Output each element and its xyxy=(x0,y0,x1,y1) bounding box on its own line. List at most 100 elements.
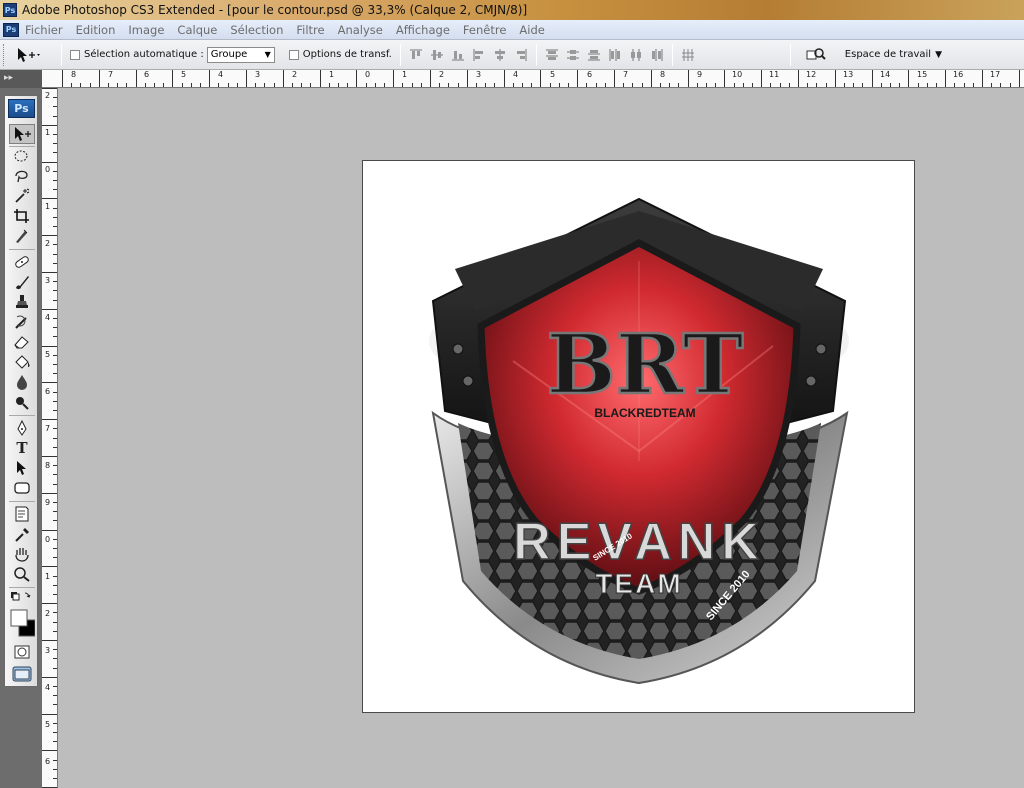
distribute-vcenter-icon[interactable] xyxy=(566,48,580,62)
ruler-tick xyxy=(126,83,128,87)
menu-selection[interactable]: Sélection xyxy=(230,23,283,37)
document-canvas[interactable]: BRT BLACKREDTEAM REVANK TEAM SINCE 2010 … xyxy=(362,160,915,713)
ruler-tick xyxy=(558,83,560,87)
hand-tool-icon[interactable] xyxy=(9,544,35,564)
align-right-icon[interactable] xyxy=(514,48,528,62)
tool-preset-picker[interactable] xyxy=(15,46,43,64)
crop-tool-icon[interactable] xyxy=(9,206,35,226)
ruler-tick xyxy=(53,612,57,614)
distribute-top-icon[interactable] xyxy=(545,48,559,62)
align-vcenter-icon[interactable] xyxy=(430,48,444,62)
eraser-tool-icon[interactable] xyxy=(9,332,35,352)
ruler-tick xyxy=(53,722,57,724)
align-bottom-icon[interactable] xyxy=(451,48,465,62)
ruler-tick xyxy=(844,83,845,87)
ruler-label: 1 xyxy=(329,70,335,79)
ruler-tick xyxy=(991,83,993,87)
type-tool-icon[interactable]: T xyxy=(9,438,35,458)
ruler-tick xyxy=(117,83,119,87)
ruler-tick xyxy=(954,83,956,87)
auto-align-icon[interactable] xyxy=(681,48,695,62)
pen-tool-icon[interactable] xyxy=(9,418,35,438)
menu-affichage[interactable]: Affichage xyxy=(396,23,450,37)
menu-calque[interactable]: Calque xyxy=(177,23,217,37)
distribute-hcenter-icon[interactable] xyxy=(629,48,643,62)
transform-checkbox[interactable] xyxy=(288,49,299,60)
notes-tool-icon[interactable] xyxy=(9,504,35,524)
menu-aide[interactable]: Aide xyxy=(519,23,544,37)
auto-select-checkbox[interactable] xyxy=(70,49,80,60)
align-hcenter-icon[interactable] xyxy=(493,48,507,62)
menu-image[interactable]: Image xyxy=(128,23,164,37)
ruler-tick xyxy=(236,83,238,87)
menu-edition[interactable]: Edition xyxy=(76,23,116,37)
workspace-zoom-icon[interactable] xyxy=(805,46,827,64)
ruler-tick xyxy=(779,83,781,87)
path-selection-tool-icon[interactable] xyxy=(9,458,35,478)
ruler-tick xyxy=(531,83,533,87)
ruler-tick xyxy=(402,83,404,87)
clone-stamp-tool-icon[interactable] xyxy=(9,292,35,312)
ruler-tick xyxy=(53,207,57,209)
paint-bucket-tool-icon[interactable] xyxy=(9,352,35,372)
ruler-tick xyxy=(853,83,855,87)
ruler-tick xyxy=(1000,83,1002,87)
move-tool-icon[interactable] xyxy=(9,124,35,144)
ruler-tick xyxy=(42,88,57,89)
swap-colors-icon[interactable] xyxy=(9,590,35,604)
separator xyxy=(9,587,35,588)
dodge-tool-icon[interactable] xyxy=(9,392,35,412)
history-brush-tool-icon[interactable] xyxy=(9,312,35,332)
lasso-tool-icon[interactable] xyxy=(9,166,35,186)
ruler-tick xyxy=(632,83,634,87)
screen-mode-icon[interactable] xyxy=(9,664,35,684)
ruler-tick xyxy=(706,83,707,87)
magic-wand-tool-icon[interactable] xyxy=(9,186,35,206)
shape-tool-icon[interactable] xyxy=(9,478,35,498)
ps-menu-icon[interactable]: Ps xyxy=(3,22,19,37)
color-swatches[interactable] xyxy=(9,606,35,640)
app-icon: Ps xyxy=(3,3,17,17)
distribute-bottom-icon[interactable] xyxy=(587,48,601,62)
ruler-label: 4 xyxy=(45,313,51,322)
ruler-tick xyxy=(696,83,698,87)
menu-filtre[interactable]: Filtre xyxy=(296,23,324,37)
vertical-ruler[interactable]: 2 1 0 1 2 3 4 5 6 7 8 9 0 1 2 3 4 5 6 xyxy=(42,88,58,788)
zoom-tool-icon[interactable] xyxy=(9,564,35,584)
expand-panels-icon[interactable]: ▸▸ xyxy=(4,73,13,83)
eyedropper-tool-icon[interactable] xyxy=(9,524,35,544)
ruler-tick xyxy=(53,299,57,301)
ruler-tick xyxy=(53,446,57,448)
slice-tool-icon[interactable] xyxy=(9,226,35,246)
separator xyxy=(61,43,62,66)
ruler-tick xyxy=(42,345,57,347)
ruler-tick xyxy=(135,70,137,87)
brush-tool-icon[interactable] xyxy=(9,272,35,292)
ruler-label: 7 xyxy=(45,424,51,433)
logo-subtitle: BLACKREDTEAM xyxy=(594,406,695,420)
horizontal-ruler[interactable]: 8 7 6 5 4 3 2 1 0 1 2 3 4 5 6 7 8 9 10 1… xyxy=(42,70,1024,88)
workspace-menu[interactable]: Espace de travail ▼ xyxy=(845,49,942,60)
ruler-tick xyxy=(53,180,57,181)
options-grip[interactable] xyxy=(3,43,7,66)
quick-mask-icon[interactable] xyxy=(9,642,35,662)
ruler-tick xyxy=(310,83,312,87)
ruler-tick xyxy=(485,83,487,87)
marquee-tool-icon[interactable] xyxy=(9,146,35,166)
distribute-right-icon[interactable] xyxy=(650,48,664,62)
menu-fichier[interactable]: Fichier xyxy=(25,23,63,37)
ruler-tick xyxy=(338,83,339,87)
distribute-left-icon[interactable] xyxy=(608,48,622,62)
auto-select-dropdown[interactable]: Groupe ▼ xyxy=(206,46,275,63)
panel-dock-strip[interactable]: ▸▸ xyxy=(0,70,42,88)
menu-fenetre[interactable]: Fenêtre xyxy=(463,23,506,37)
align-top-icon[interactable] xyxy=(409,48,423,62)
menu-analyse[interactable]: Analyse xyxy=(338,23,383,37)
ps-logo[interactable]: Ps xyxy=(8,99,35,118)
workspace-label: Espace de travail xyxy=(844,49,932,60)
healing-brush-tool-icon[interactable] xyxy=(9,252,35,272)
ruler-tick xyxy=(264,83,266,87)
blur-tool-icon[interactable] xyxy=(9,372,35,392)
ruler-tick xyxy=(945,70,947,87)
align-left-icon[interactable] xyxy=(472,48,486,62)
